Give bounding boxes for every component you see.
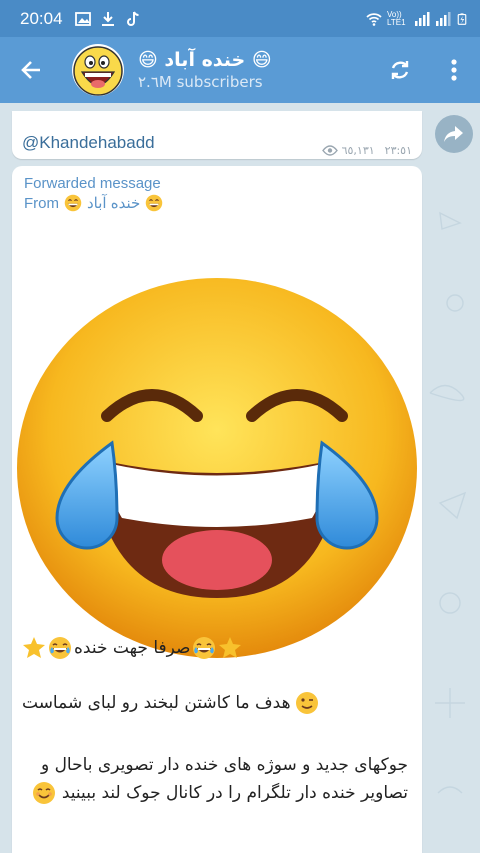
forwarded-message-card[interactable]: Forwarded message From خنده آباد صرفا جه… (12, 166, 422, 853)
refresh-icon (391, 61, 409, 79)
smile-emoji-icon (33, 782, 56, 804)
grinning-emoji-icon (73, 46, 123, 96)
caption-text-2: هدف ما کاشتن لبخند رو لبای شماست (22, 693, 291, 713)
message-time: ٢٣:٥١ (384, 144, 412, 157)
network-label: Vo)) LTE1 (387, 9, 406, 27)
more-vertical-icon (451, 59, 457, 81)
signal-icon-2 (436, 11, 451, 26)
channel-handle[interactable]: @Khandehabadd (22, 133, 155, 153)
caption-line-1: صرفا جهت خنده (22, 636, 412, 660)
battery-icon (457, 12, 467, 25)
grinning-emoji-icon (64, 194, 82, 212)
caption-text-1: صرفا جهت خنده (74, 638, 191, 658)
status-time: 20:04 (20, 8, 63, 28)
from-label: From (24, 194, 59, 212)
chat-area: @Khandehabadd ٦٥,١٣١ ٢٣:٥١ Forwarded mes… (0, 103, 480, 853)
wink-emoji-icon (295, 692, 318, 714)
subscriber-count: ۲.٦M subscribers (138, 73, 263, 91)
back-arrow-icon (21, 61, 40, 79)
more-menu-button[interactable] (428, 37, 480, 103)
laughing-tears-emoji-image[interactable] (12, 248, 422, 658)
laughing-emoji-icon (193, 637, 216, 659)
refresh-button[interactable] (372, 37, 428, 103)
share-icon (444, 126, 463, 142)
tiktok-icon (126, 11, 139, 26)
back-button[interactable] (0, 37, 62, 103)
caption-line-3: جوکهای جدید و سوژه های خنده دار تصویری ب… (18, 751, 408, 807)
view-count: ٦٥,١٣١ (341, 144, 375, 157)
laughing-emoji-icon (49, 637, 71, 659)
from-channel-name[interactable]: خنده آباد (87, 194, 140, 212)
share-button[interactable] (435, 115, 473, 153)
wifi-icon (366, 12, 382, 26)
app-bar: 😄 خنده آباد 😄 ۲.٦M subscribers (0, 37, 480, 103)
download-icon (101, 11, 114, 26)
forwarded-label: Forwarded message (24, 175, 161, 192)
star-icon (23, 637, 45, 658)
grinning-emoji-icon (146, 194, 163, 212)
message-meta: ٦٥,١٣١ ٢٣:٥١ (321, 144, 412, 157)
previous-message-card[interactable]: @Khandehabadd ٦٥,١٣١ ٢٣:٥١ (12, 111, 422, 159)
gallery-icon (74, 11, 91, 26)
channel-avatar[interactable] (72, 44, 124, 96)
signal-icon (415, 11, 430, 26)
caption-text-3: جوکهای جدید و سوژه های خنده دار تصویری ب… (40, 755, 408, 803)
status-bar: 20:04 Vo)) LTE1 (0, 0, 480, 37)
channel-title[interactable]: 😄 خنده آباد 😄 (138, 49, 272, 71)
forwarded-from[interactable]: From خنده آباد (24, 194, 163, 212)
caption-line-2: هدف ما کاشتن لبخند رو لبای شماست (22, 691, 412, 715)
eye-icon (321, 145, 338, 156)
star-icon (219, 637, 242, 658)
